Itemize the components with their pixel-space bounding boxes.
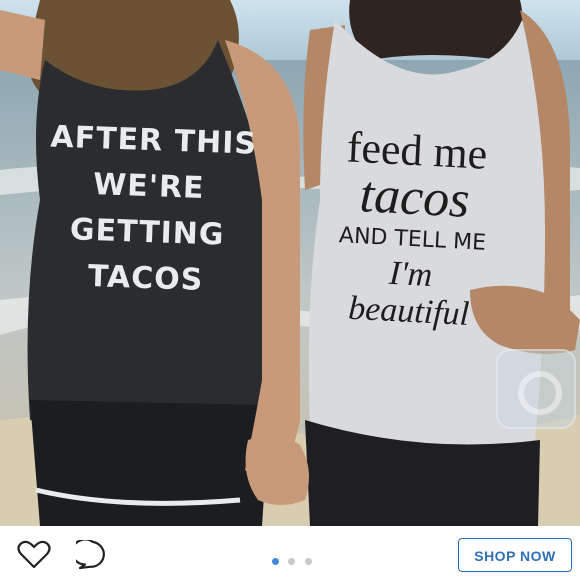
heart-icon[interactable] bbox=[17, 540, 51, 570]
left-shirt-print: AFTER THIS WE'RE GETTING TACOS bbox=[45, 115, 258, 306]
camera-icon bbox=[496, 349, 576, 429]
carousel-dot-active[interactable] bbox=[272, 558, 279, 565]
carousel-dot[interactable] bbox=[288, 558, 296, 565]
left-shirt-line: AFTER THIS bbox=[49, 119, 258, 162]
left-shirt-line: TACOS bbox=[87, 258, 204, 298]
shop-now-button[interactable]: SHOP NOW bbox=[458, 538, 572, 572]
carousel-dot[interactable] bbox=[304, 558, 312, 565]
left-shirt-line: WE'RE bbox=[92, 167, 206, 206]
product-photo[interactable]: AFTER THIS WE'RE GETTING TACOS feed me t… bbox=[0, 0, 580, 526]
carousel-indicator bbox=[272, 552, 317, 565]
action-bar: SHOP NOW bbox=[0, 526, 580, 580]
camera-lens bbox=[518, 371, 562, 415]
left-shirt-line: GETTING bbox=[69, 212, 226, 253]
right-shirt-print: feed me tacos AND TELL ME I'm beautiful bbox=[313, 122, 513, 337]
comment-icon[interactable] bbox=[71, 538, 110, 570]
